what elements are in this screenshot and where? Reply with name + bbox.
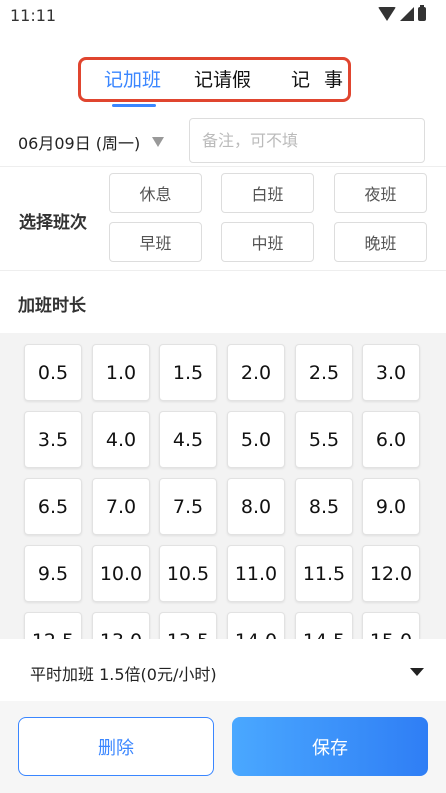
shift-option[interactable]: 早班 — [109, 222, 202, 262]
duration-option[interactable]: 8.0 — [227, 478, 285, 535]
duration-option[interactable]: 12.0 — [362, 545, 420, 602]
shift-option[interactable]: 白班 — [221, 173, 314, 213]
duration-option[interactable]: 15.0 — [362, 612, 420, 639]
shift-label: 选择班次 — [19, 213, 87, 233]
shift-option[interactable]: 中班 — [221, 222, 314, 262]
duration-option[interactable]: 4.0 — [92, 411, 150, 468]
status-time: 11:11 — [10, 6, 57, 25]
duration-option[interactable]: 13.5 — [159, 612, 217, 639]
status-bar: 11:11 — [0, 0, 446, 30]
delete-button[interactable]: 删除 — [18, 717, 214, 776]
shift-option[interactable]: 休息 — [109, 173, 202, 213]
overtime-rate-selector[interactable]: 平时加班 1.5倍(0元/小时) — [0, 640, 446, 700]
date-selector[interactable]: 06月09日 (周一) — [18, 130, 140, 154]
duration-option[interactable]: 6.0 — [362, 411, 420, 468]
duration-option[interactable]: 5.0 — [227, 411, 285, 468]
duration-option[interactable]: 7.5 — [159, 478, 217, 535]
tab-overtime[interactable]: 记加班 — [104, 65, 161, 92]
duration-option[interactable]: 13.0 — [92, 612, 150, 639]
duration-grid: 0.5 1.0 1.5 2.0 2.5 3.0 3.5 4.0 4.5 5.0 … — [0, 333, 446, 639]
duration-option[interactable]: 6.5 — [24, 478, 82, 535]
duration-option[interactable]: 3.0 — [362, 344, 420, 401]
duration-option[interactable]: 5.5 — [295, 411, 353, 468]
remark-input[interactable] — [189, 118, 425, 163]
divider — [0, 166, 446, 167]
duration-option[interactable]: 11.0 — [227, 545, 285, 602]
shift-option[interactable]: 晚班 — [334, 222, 427, 262]
tab-leave[interactable]: 记请假 — [194, 65, 251, 92]
save-button[interactable]: 保存 — [232, 717, 428, 776]
status-icons — [378, 5, 426, 23]
shift-option[interactable]: 夜班 — [334, 173, 427, 213]
duration-label: 加班时长 — [18, 296, 86, 316]
duration-option[interactable]: 9.5 — [24, 545, 82, 602]
duration-option[interactable]: 7.0 — [92, 478, 150, 535]
duration-option[interactable]: 12.5 — [24, 612, 82, 639]
wifi-icon — [378, 7, 396, 21]
battery-icon — [418, 5, 426, 21]
duration-option[interactable]: 9.0 — [362, 478, 420, 535]
duration-option[interactable]: 8.5 — [295, 478, 353, 535]
duration-option[interactable]: 1.0 — [92, 344, 150, 401]
duration-option[interactable]: 1.5 — [159, 344, 217, 401]
tab-note[interactable]: 记 事 — [291, 65, 347, 92]
duration-option[interactable]: 11.5 — [295, 545, 353, 602]
divider — [0, 270, 446, 271]
duration-option[interactable]: 2.5 — [295, 344, 353, 401]
duration-option[interactable]: 10.0 — [92, 545, 150, 602]
signal-icon — [400, 7, 414, 21]
caret-down-icon[interactable] — [152, 137, 164, 147]
active-tab-indicator — [112, 104, 156, 107]
duration-option[interactable]: 14.5 — [295, 612, 353, 639]
duration-option[interactable]: 10.5 — [159, 545, 217, 602]
duration-option[interactable]: 3.5 — [24, 411, 82, 468]
duration-option[interactable]: 14.0 — [227, 612, 285, 639]
overtime-rate-value: 平时加班 1.5倍(0元/小时) — [30, 665, 217, 684]
caret-down-icon — [410, 668, 424, 676]
duration-option[interactable]: 4.5 — [159, 411, 217, 468]
duration-option[interactable]: 0.5 — [24, 344, 82, 401]
duration-option[interactable]: 2.0 — [227, 344, 285, 401]
